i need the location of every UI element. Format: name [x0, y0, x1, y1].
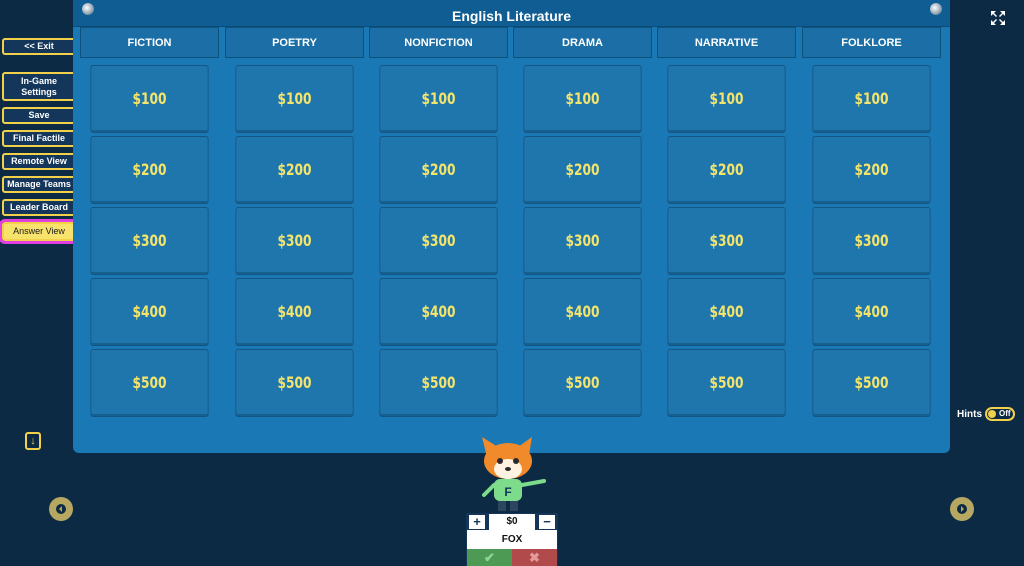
clue-cell[interactable]: $400 — [235, 278, 354, 346]
chevron-right-icon — [957, 504, 967, 514]
fox-avatar: F — [482, 437, 546, 511]
clue-cell[interactable]: $500 — [379, 349, 498, 417]
fullscreen-icon[interactable] — [990, 10, 1006, 26]
prev-page-button[interactable] — [49, 497, 73, 521]
clue-cell[interactable]: $500 — [523, 349, 642, 417]
clue-cell[interactable]: $500 — [812, 349, 931, 417]
hints-control: Hints Off — [957, 407, 1015, 421]
clue-cell[interactable]: $300 — [523, 207, 642, 275]
clue-cell[interactable]: $500 — [90, 349, 209, 417]
subtract-points-button[interactable]: − — [539, 515, 555, 529]
clue-cell[interactable]: $300 — [667, 207, 786, 275]
clue-cell[interactable]: $400 — [523, 278, 642, 346]
leader-board-button[interactable]: Leader Board — [2, 199, 76, 216]
clue-cell[interactable]: $200 — [235, 136, 354, 204]
clue-cell[interactable]: $200 — [90, 136, 209, 204]
next-page-button[interactable] — [950, 497, 974, 521]
clue-cell[interactable]: $100 — [667, 65, 786, 133]
team-panel: + $0 − FOX ✔ ✖ — [466, 513, 558, 566]
clue-cell[interactable]: $300 — [235, 207, 354, 275]
clue-cell[interactable]: $500 — [235, 349, 354, 417]
game-board: English Literature FICTION POETRY NONFIC… — [73, 0, 950, 453]
answer-view-button[interactable]: Answer View — [0, 219, 79, 244]
chevron-left-icon — [56, 504, 66, 514]
bolt-icon — [82, 3, 94, 15]
scroll-down-button[interactable]: ↓ — [25, 432, 41, 450]
in-game-settings-button[interactable]: In-Game Settings — [2, 72, 76, 101]
arrow-down-icon: ↓ — [30, 435, 36, 447]
clue-cell[interactable]: $400 — [667, 278, 786, 346]
category-nonfiction: NONFICTION — [369, 27, 508, 58]
score-row: + $0 − — [467, 514, 557, 530]
category-drama: DRAMA — [513, 27, 652, 58]
clue-cell[interactable]: $200 — [667, 136, 786, 204]
clue-cell[interactable]: $200 — [812, 136, 931, 204]
clue-cell[interactable]: $200 — [523, 136, 642, 204]
add-points-button[interactable]: + — [469, 515, 485, 529]
save-button[interactable]: Save — [2, 107, 76, 124]
clue-cell[interactable]: $100 — [379, 65, 498, 133]
svg-text:F: F — [504, 485, 511, 499]
clue-cell[interactable]: $300 — [379, 207, 498, 275]
board-title-text: English Literature — [451, 8, 572, 24]
exit-button[interactable]: << Exit — [2, 38, 76, 55]
clue-cell[interactable]: $400 — [379, 278, 498, 346]
category-narrative: NARRATIVE — [657, 27, 796, 58]
category-fiction: FICTION — [80, 27, 219, 58]
hints-toggle[interactable]: Off — [985, 407, 1015, 421]
clue-cell[interactable]: $200 — [379, 136, 498, 204]
manage-teams-button[interactable]: Manage Teams — [2, 176, 76, 193]
hints-state: Off — [999, 409, 1011, 418]
clue-cell[interactable]: $100 — [235, 65, 354, 133]
clue-cell[interactable]: $400 — [812, 278, 931, 346]
hints-label: Hints — [957, 408, 982, 420]
clue-cell[interactable]: $300 — [812, 207, 931, 275]
remote-view-button[interactable]: Remote View — [2, 153, 76, 170]
clue-cell[interactable]: $300 — [90, 207, 209, 275]
category-poetry: POETRY — [225, 27, 364, 58]
clue-cell[interactable]: $400 — [90, 278, 209, 346]
final-factile-button[interactable]: Final Factile — [2, 130, 76, 147]
wrong-button[interactable]: ✖ — [512, 549, 557, 566]
toggle-knob — [988, 410, 996, 418]
clue-cell[interactable]: $100 — [90, 65, 209, 133]
bolt-icon — [930, 3, 942, 15]
team-name: FOX — [501, 534, 523, 545]
board-title: English Literature — [73, 0, 950, 27]
correct-button[interactable]: ✔ — [467, 549, 512, 566]
clue-cell[interactable]: $500 — [667, 349, 786, 417]
clue-cell[interactable]: $100 — [523, 65, 642, 133]
team-score: $0 — [489, 514, 535, 530]
clue-cell[interactable]: $100 — [812, 65, 931, 133]
category-folklore: FOLKLORE — [802, 27, 941, 58]
